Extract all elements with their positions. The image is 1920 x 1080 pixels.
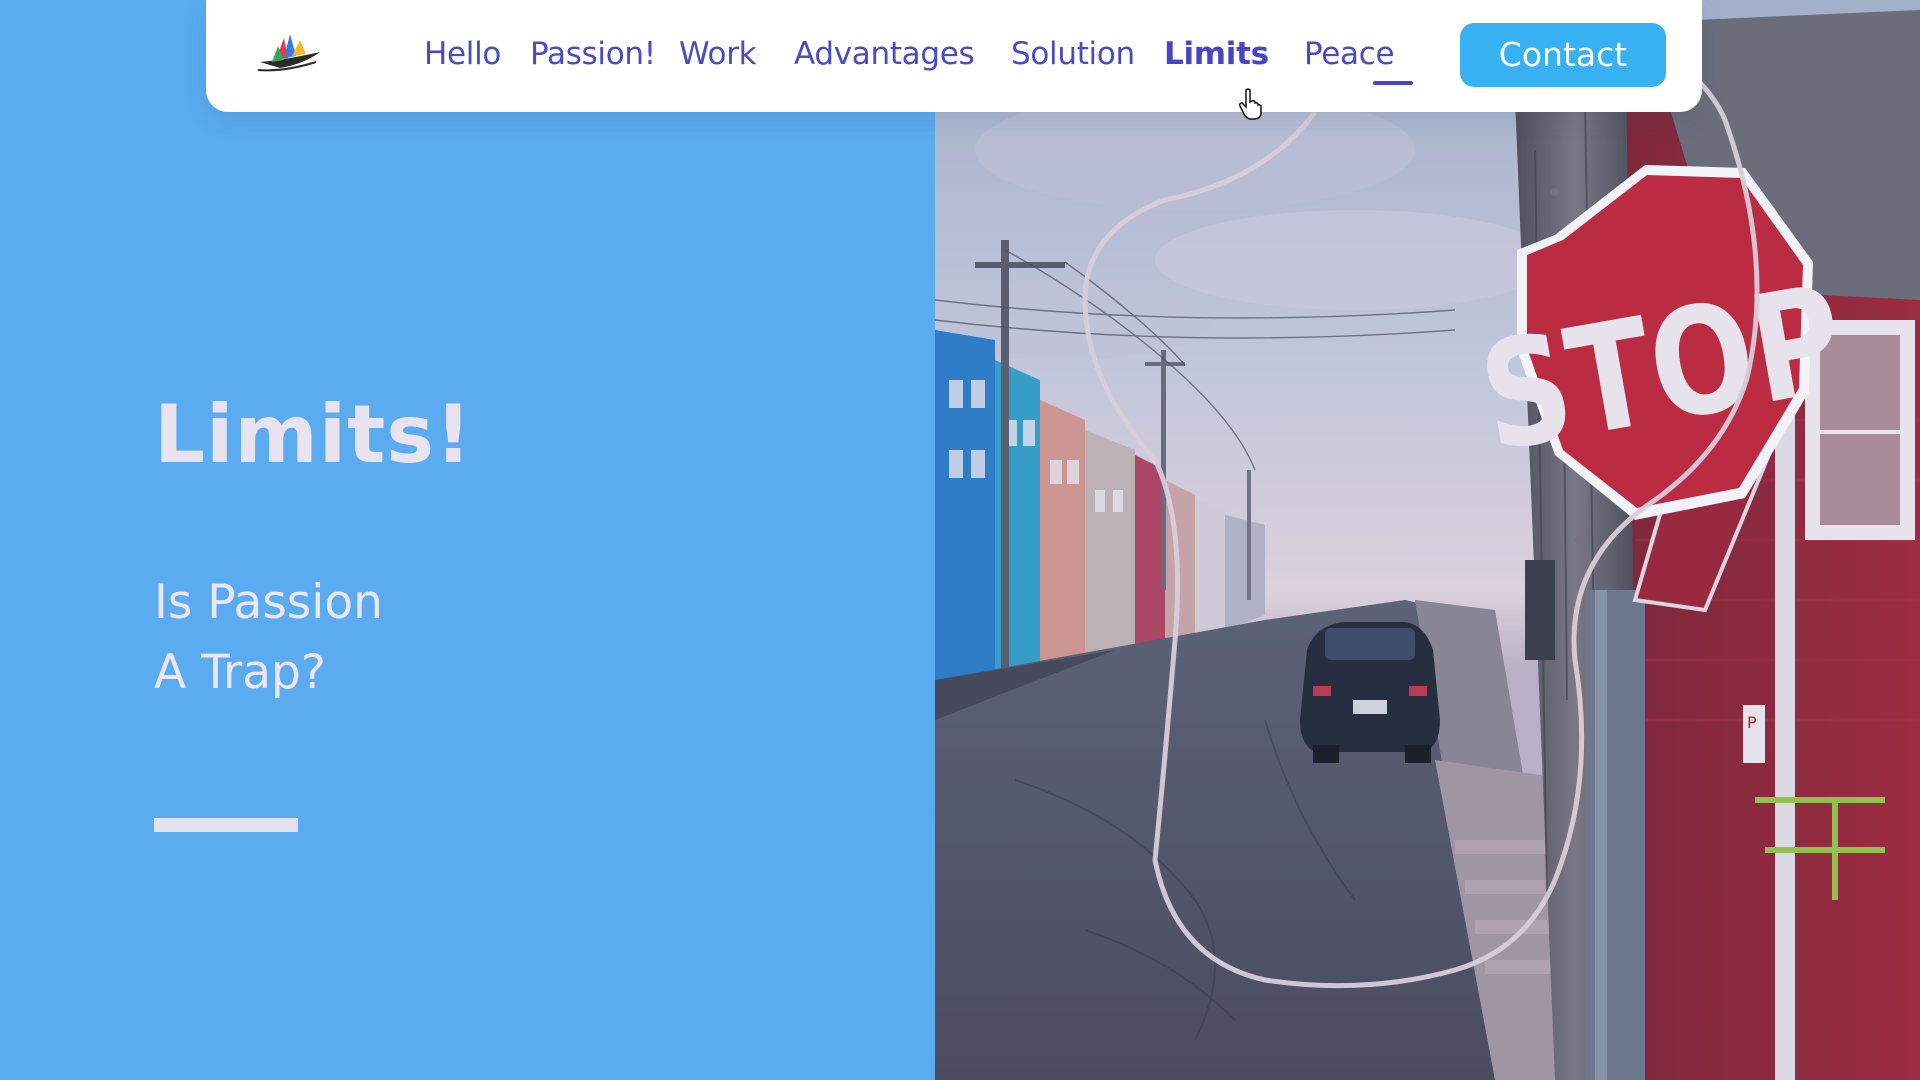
active-nav-indicator <box>1373 81 1413 85</box>
hero-subtitle: Is Passion A Trap? <box>154 568 383 708</box>
hero-title: Limits! <box>154 388 473 481</box>
top-navbar: Hello Passion! Work Advantages Solution … <box>206 0 1702 112</box>
hand-pointer-icon <box>1239 88 1262 120</box>
contact-button[interactable]: Contact <box>1460 23 1666 87</box>
nav-item-work[interactable]: Work <box>679 36 757 72</box>
nav-item-passion[interactable]: Passion! <box>530 36 656 72</box>
hero-subtitle-line-1: Is Passion <box>154 575 383 630</box>
nav-item-solution[interactable]: Solution <box>1011 36 1135 72</box>
nav-item-limits[interactable]: Limits <box>1164 36 1269 72</box>
hero-photo: P STOP <box>935 0 1920 1080</box>
nav-item-peace[interactable]: Peace <box>1304 36 1395 72</box>
hero-panel: Limits! Is Passion A Trap? <box>0 0 935 1080</box>
paper-boat-logo-icon[interactable] <box>254 32 324 76</box>
nav-item-advantages[interactable]: Advantages <box>794 36 975 72</box>
decorative-divider <box>154 818 298 832</box>
hero-subtitle-line-2: A Trap? <box>154 645 326 700</box>
nav-item-hello[interactable]: Hello <box>424 36 501 72</box>
